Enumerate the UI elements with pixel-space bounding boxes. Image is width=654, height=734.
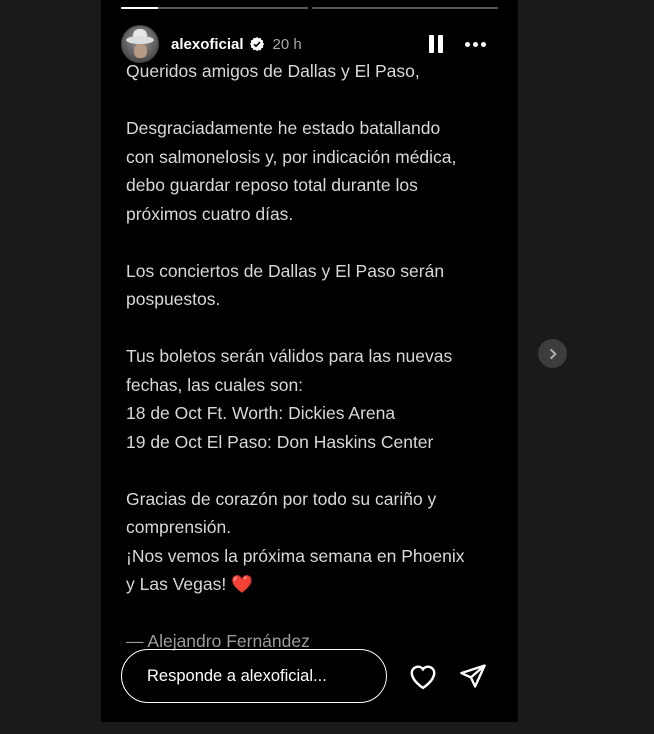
text-line: pospuestos. — [126, 289, 221, 309]
greeting-line: Queridos amigos de Dallas y El Paso, — [126, 61, 420, 81]
text-line: con salmonelosis y, por indicación médic… — [126, 146, 457, 167]
text-line: ¡Nos vemos la próxima semana en Phoenix — [126, 545, 465, 566]
chevron-right-icon — [549, 348, 556, 359]
text-line: fechas, las cuales son: — [126, 374, 304, 395]
reply-placeholder: Responde a alexoficial... — [147, 666, 327, 685]
text-line: 19 de Oct El Paso: Don Haskins Center — [126, 431, 434, 452]
reply-input[interactable]: Responde a alexoficial... — [121, 649, 387, 703]
text-line-with-heart: y Las Vegas! ❤️ — [126, 570, 506, 599]
story-progress — [121, 7, 498, 9]
text-line: y Las Vegas! — [126, 574, 232, 594]
next-story-button[interactable] — [538, 339, 567, 368]
text-line: próximos cuatro días. — [126, 203, 294, 224]
text-line: debo guardar reposo total durante los — [126, 175, 418, 195]
text-line: Los conciertos de Dallas y El Paso serán — [126, 260, 445, 281]
progress-fill — [121, 7, 159, 9]
heart-emoji: ❤️ — [231, 574, 253, 594]
username[interactable]: alexoficial — [171, 36, 244, 53]
share-send-icon[interactable] — [457, 660, 489, 692]
story-controls — [429, 35, 498, 53]
text-line: 18 de Oct Ft. Worth: Dickies Arena — [126, 403, 396, 423]
story-footer: Responde a alexoficial... — [121, 648, 498, 704]
pause-icon[interactable] — [429, 35, 443, 53]
text-line: Gracias de corazón por todo su cariño y — [126, 488, 437, 509]
story-viewer: alexoficial 20 h Queridos amigos de Dall… — [101, 0, 518, 722]
avatar-face — [134, 44, 147, 58]
like-heart-icon[interactable] — [407, 660, 439, 692]
text-line: Desgraciadamente he estado batallando — [126, 118, 441, 138]
text-line: comprensión. — [126, 517, 232, 537]
progress-segment-2 — [311, 7, 498, 9]
text-line: Tus boletos serán válidos para las nueva… — [126, 346, 453, 366]
post-time: 20 h — [272, 35, 302, 53]
progress-segment-1 — [121, 7, 308, 9]
verified-badge-icon — [249, 37, 264, 51]
avatar-hat-brim — [126, 36, 154, 44]
more-options-icon[interactable] — [465, 41, 486, 47]
story-text: Queridos amigos de Dallas y El Paso, Des… — [126, 57, 506, 656]
